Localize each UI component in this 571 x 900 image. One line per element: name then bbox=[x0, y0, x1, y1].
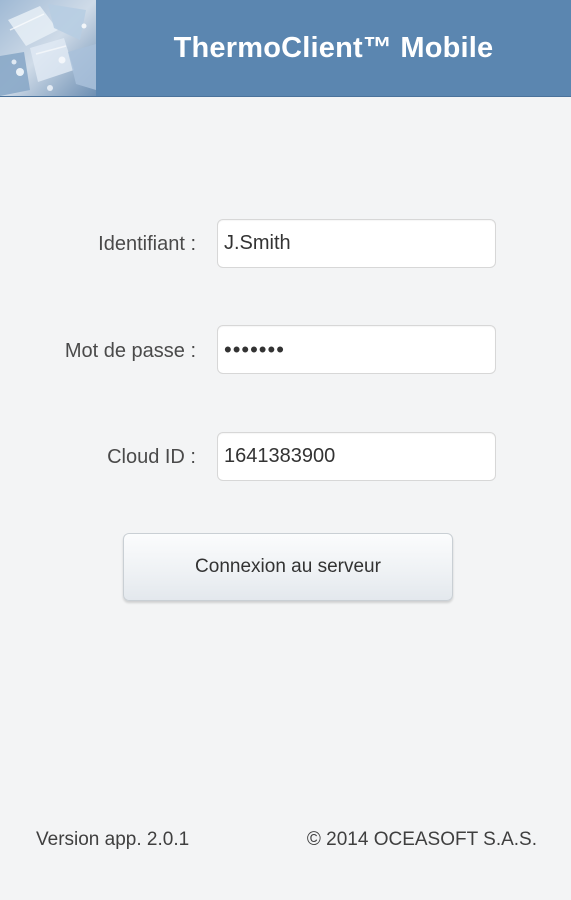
cloud-id-label: Cloud ID : bbox=[107, 446, 196, 468]
connect-button[interactable]: Connexion au serveur bbox=[123, 533, 453, 601]
ice-cubes-image bbox=[0, 0, 96, 96]
version-text: Version app. 2.0.1 bbox=[36, 829, 190, 850]
identifiant-label: Identifiant : bbox=[98, 233, 196, 255]
identifiant-input[interactable] bbox=[217, 219, 496, 268]
app-title: ThermoClient™ Mobile bbox=[173, 32, 494, 64]
app-header: ThermoClient™ Mobile bbox=[0, 0, 571, 97]
copyright-text: © 2014 OCEASOFT S.A.S. bbox=[306, 829, 537, 850]
password-label: Mot de passe : bbox=[64, 340, 196, 362]
cloud-id-input[interactable] bbox=[217, 432, 496, 481]
password-input[interactable] bbox=[217, 325, 496, 374]
